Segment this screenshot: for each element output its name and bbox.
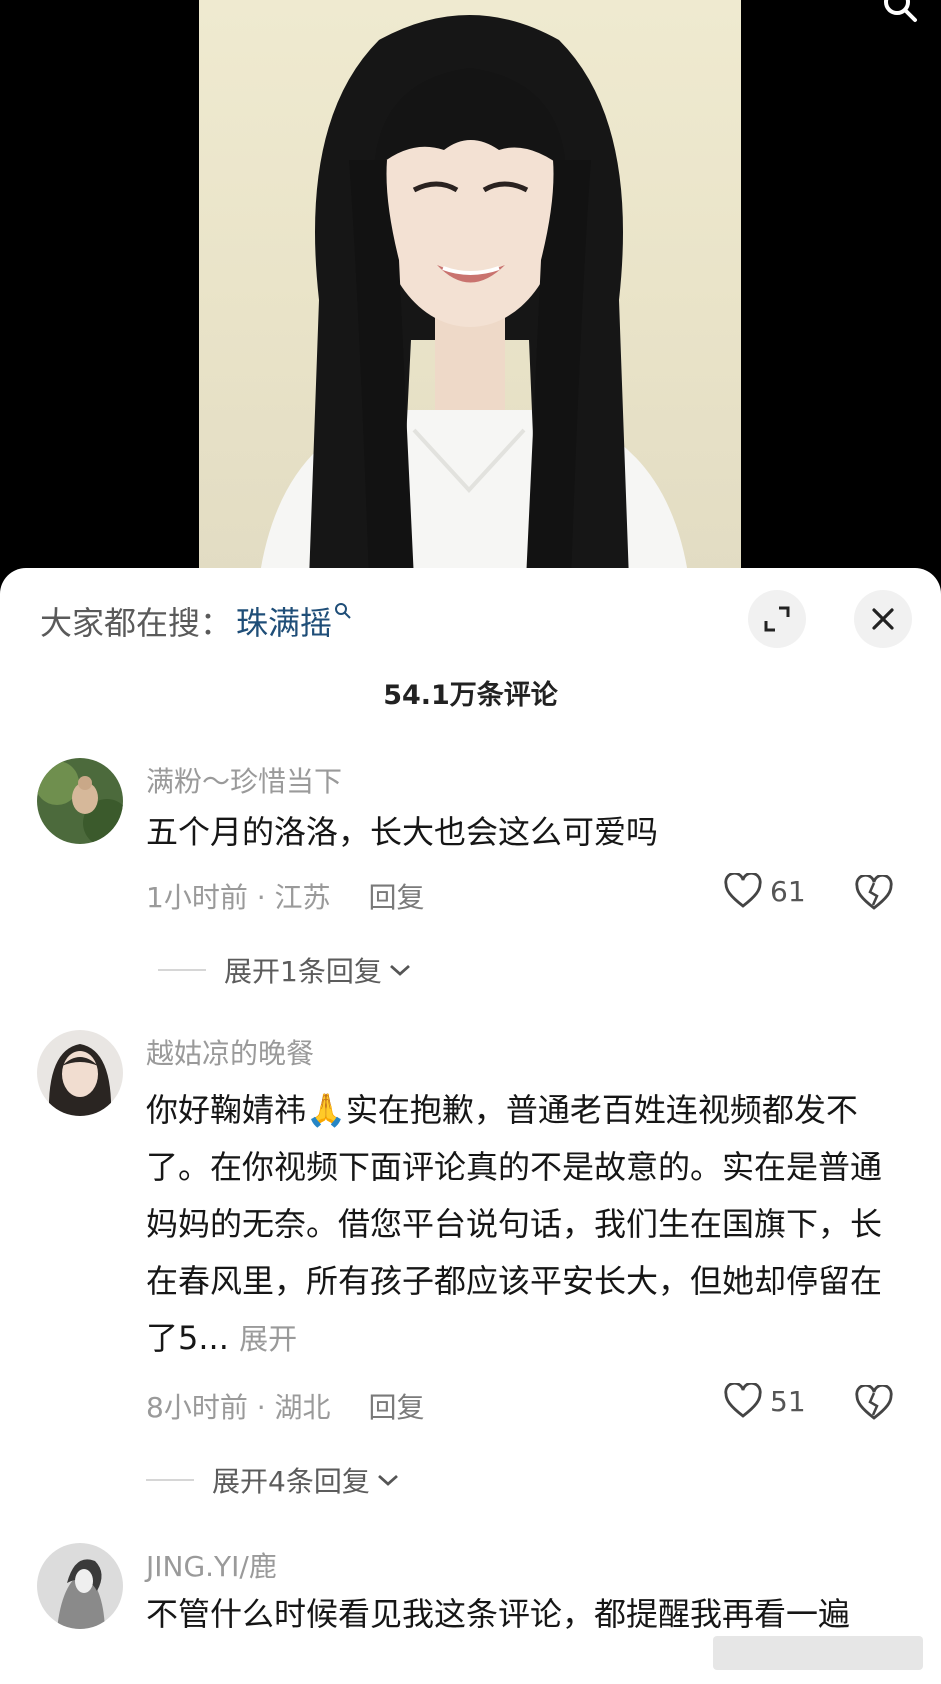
comment-text-start: 你好鞠婧祎 <box>146 1091 307 1129</box>
comment-count: 54.1万条评论 <box>383 680 558 711</box>
reply-button[interactable]: 回复 <box>369 881 425 914</box>
comment-time-location: 1小时前 · 江苏 <box>146 881 331 914</box>
expand-replies-button[interactable]: 展开1条回复 <box>158 950 412 990</box>
trending-search-label: 大家都在搜： <box>40 604 233 642</box>
comment-text: 五个月的洛洛，长大也会这么可爱吗 <box>146 813 659 851</box>
trending-search-bar[interactable]: 大家都在搜： 珠满摇 <box>40 598 352 644</box>
comment-emoji: 🙏 <box>306 1091 346 1129</box>
expand-replies-label: 展开1条回复 <box>224 955 382 988</box>
heart-icon <box>724 1383 762 1418</box>
expand-text-button[interactable]: 展开 <box>239 1322 297 1356</box>
avatar[interactable] <box>37 1543 123 1629</box>
close-button[interactable] <box>854 590 912 648</box>
divider-line <box>146 1479 194 1481</box>
chevron-down-icon <box>377 1474 398 1486</box>
video-frame <box>199 0 741 580</box>
avatar[interactable] <box>37 1030 123 1116</box>
comment-username[interactable]: JING.YI/鹿 <box>146 1545 277 1585</box>
comment-text: 你好鞠婧祎🙏实在抱歉，普通老百姓连视频都发不了。在你视频下面评论真的不是故意的。… <box>146 1082 906 1368</box>
expand-replies-button[interactable]: 展开4条回复 <box>146 1460 400 1500</box>
like-button[interactable]: 61 <box>724 873 806 909</box>
video-player[interactable] <box>0 0 941 580</box>
search-icon[interactable] <box>881 0 921 26</box>
like-count: 61 <box>770 874 806 908</box>
heart-icon <box>724 873 762 908</box>
watermark <box>713 1636 923 1670</box>
close-icon <box>872 608 894 630</box>
expand-replies-label: 展开4条回复 <box>212 1465 370 1498</box>
expand-button[interactable] <box>748 590 806 648</box>
comment-text-rest: 实在抱歉，普通老百姓连视频都发不了。在你视频下面评论真的不是故意的。实在是普通妈… <box>146 1091 883 1357</box>
comment-username[interactable]: 越姑凉的晚餐 <box>146 1032 314 1072</box>
trending-search-keyword[interactable]: 珠满摇 <box>236 604 332 642</box>
broken-heart-icon[interactable] <box>855 875 893 911</box>
avatar[interactable] <box>37 758 123 844</box>
reply-button[interactable]: 回复 <box>369 1391 425 1424</box>
comment-time-location: 8小时前 · 湖北 <box>146 1391 331 1424</box>
comment-meta: 1小时前 · 江苏 回复 <box>146 876 425 916</box>
search-icon <box>335 603 351 619</box>
comment-username[interactable]: 满粉～珍惜当下 <box>146 760 342 800</box>
like-button[interactable]: 51 <box>724 1383 806 1419</box>
comment-sheet: 大家都在搜： 珠满摇 54.1万条评论 满粉～珍惜当下 五个月的洛洛，长大也会这么… <box>0 568 941 1684</box>
broken-heart-icon[interactable] <box>855 1385 893 1421</box>
chevron-down-icon <box>389 964 410 976</box>
comment-meta: 8小时前 · 湖北 回复 <box>146 1386 425 1426</box>
expand-icon <box>764 606 790 632</box>
like-count: 51 <box>770 1384 806 1418</box>
comment-text: 不管什么时候看见我这条评论，都提醒我再看一遍 <box>146 1595 851 1633</box>
divider-line <box>158 969 206 971</box>
video-still-portrait <box>259 15 689 580</box>
